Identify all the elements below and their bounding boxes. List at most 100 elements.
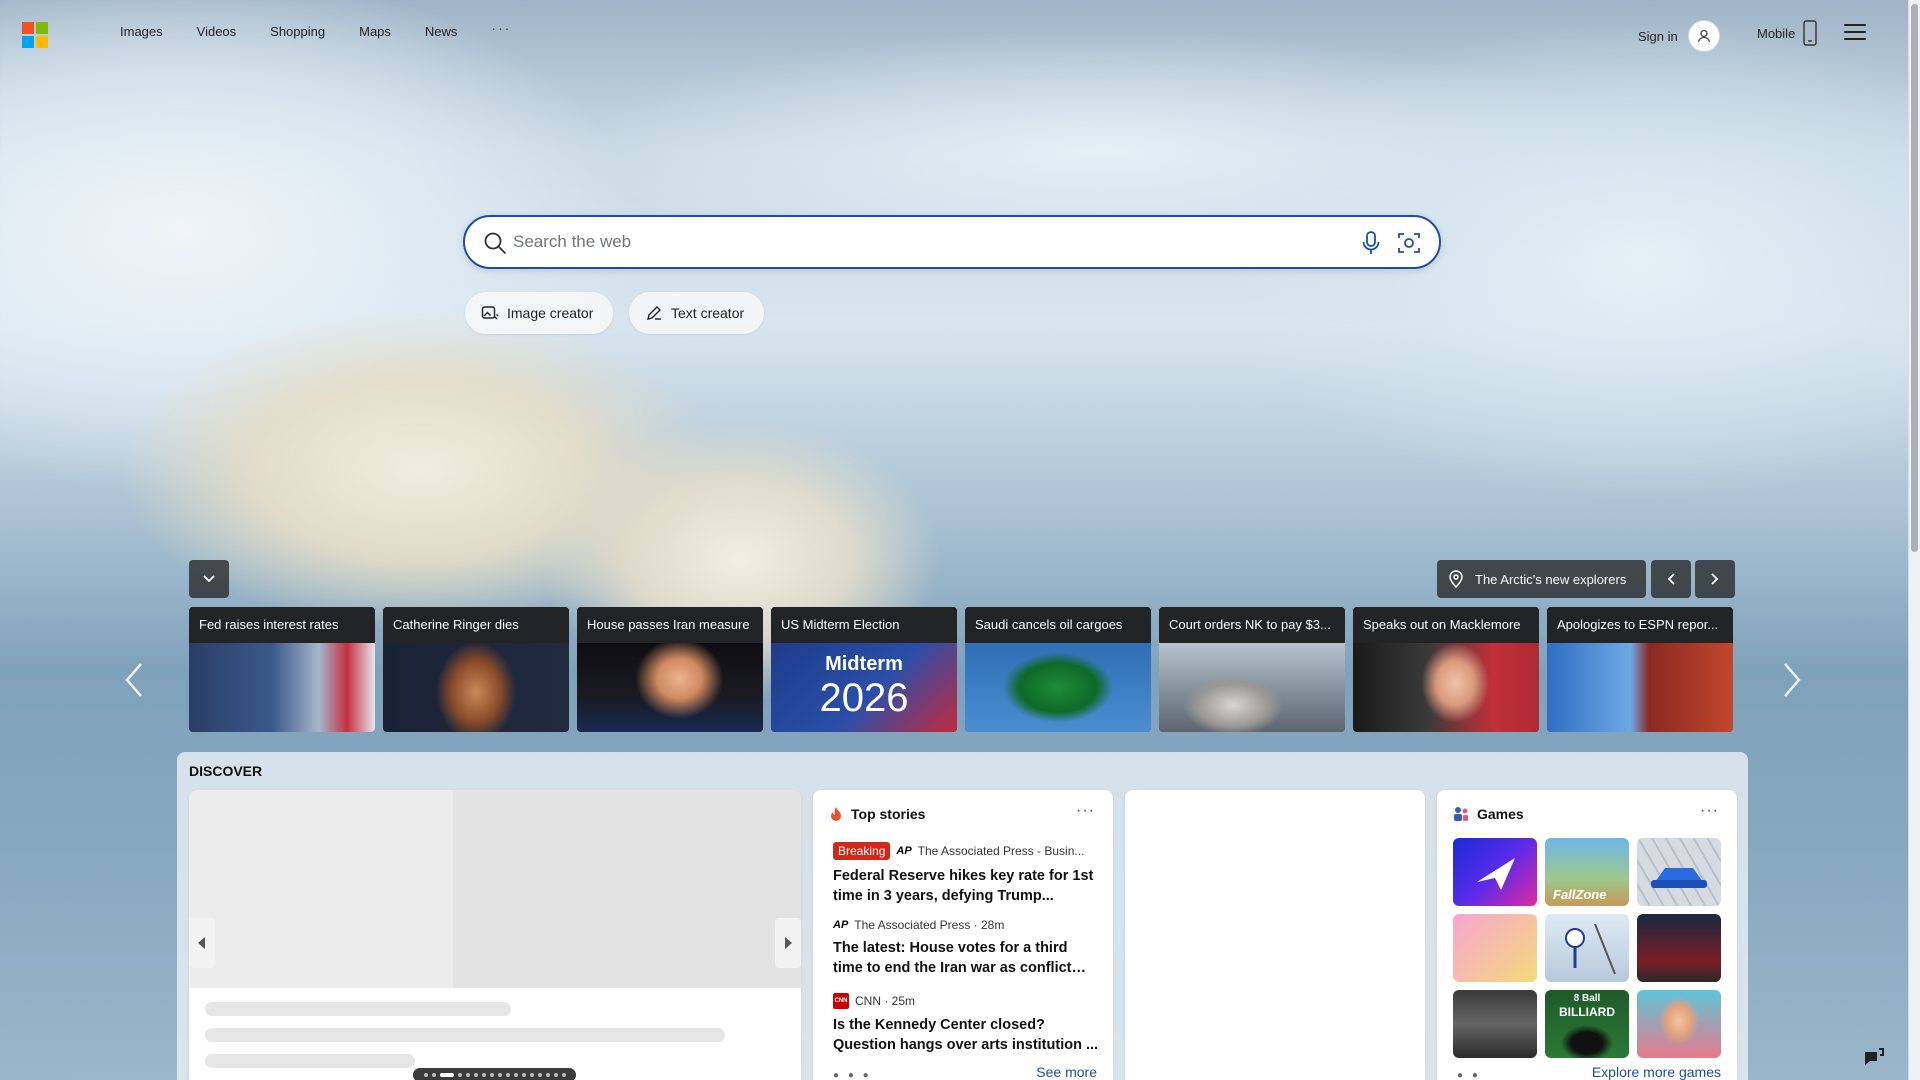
pager-dot-active[interactable] <box>439 1073 454 1077</box>
trending-thumbnail <box>1159 643 1345 732</box>
discover-heading: DISCOVER <box>189 763 263 779</box>
nav-videos[interactable]: Videos <box>197 24 237 39</box>
trending-prev-arrow-icon[interactable] <box>121 660 147 700</box>
explore-more-games-link[interactable]: Explore more games <box>1592 1064 1721 1080</box>
pager-dot[interactable] <box>489 1073 494 1077</box>
pager-dot[interactable] <box>561 1073 566 1077</box>
pager-dot[interactable] <box>545 1073 550 1077</box>
story-item[interactable]: CNN CNN · 25m Is the Kennedy Center clos… <box>833 993 1099 1055</box>
trending-thumbnail <box>1353 643 1539 732</box>
game-tile-candy[interactable] <box>1453 914 1537 982</box>
trending-card-title: Fed raises interest rates <box>189 607 375 643</box>
nav-maps[interactable]: Maps <box>359 24 391 39</box>
games-more-button[interactable]: ··· <box>1700 802 1719 820</box>
trending-card[interactable]: Fed raises interest rates <box>189 607 375 732</box>
image-creator-button[interactable]: Image creator <box>465 292 614 334</box>
pager-dot[interactable] <box>481 1073 486 1077</box>
top-stories-more-button[interactable]: ··· <box>1076 802 1095 820</box>
carousel-pager[interactable] <box>413 1068 576 1080</box>
game-tile-paper-plane[interactable] <box>1453 838 1537 906</box>
game-tile-driving[interactable] <box>1453 990 1537 1058</box>
pager-dot[interactable] <box>513 1073 518 1077</box>
pager-dot[interactable] <box>431 1073 436 1077</box>
nav-more-button[interactable]: ··· <box>491 20 511 39</box>
story-item[interactable]: AP The Associated Press · 28m The latest… <box>833 918 1099 978</box>
visual-search-icon[interactable] <box>1397 231 1421 255</box>
story-headline[interactable]: Is the Kennedy Center closed? Question h… <box>833 1015 1099 1055</box>
sign-in-button[interactable]: Sign in <box>1638 20 1720 52</box>
next-image-button[interactable] <box>1695 560 1735 598</box>
games-pager[interactable]: ● ● <box>1457 1070 1481 1080</box>
page-scrollbar[interactable] <box>1908 0 1920 1080</box>
trending-card-title: Speaks out on Macklemore <box>1353 607 1539 643</box>
game-tile-stickman[interactable] <box>1545 914 1629 982</box>
trending-card[interactable]: Saudi cancels oil cargoes <box>965 607 1151 732</box>
trending-card-title: Catherine Ringer dies <box>383 607 569 643</box>
trending-thumbnail <box>189 643 375 732</box>
feedback-icon[interactable] <box>1862 1046 1886 1070</box>
game-tile-fallzone[interactable]: FallZone <box>1545 838 1629 906</box>
microsoft-logo-icon[interactable] <box>22 22 48 48</box>
pager-dot[interactable] <box>521 1073 526 1077</box>
hero-prev-button[interactable] <box>189 918 215 968</box>
pager-dot[interactable] <box>457 1073 462 1077</box>
nav-shopping[interactable]: Shopping <box>270 24 325 39</box>
stories-pager[interactable]: ● ● ● <box>833 1070 872 1080</box>
mobile-button[interactable]: Mobile <box>1757 20 1817 46</box>
image-info-button[interactable]: The Arctic's new explorers <box>1437 560 1646 598</box>
game-tile-makeover[interactable] <box>1637 990 1721 1058</box>
hero-card-loading[interactable] <box>189 790 801 1080</box>
trending-thumbnail <box>1547 643 1733 732</box>
trending-card[interactable]: Apologizes to ESPN repor... <box>1547 607 1733 732</box>
cnn-logo-icon: CNN <box>833 993 849 1009</box>
pager-dot[interactable] <box>423 1073 428 1077</box>
pager-dot[interactable] <box>553 1073 558 1077</box>
game-tile-drift[interactable] <box>1637 914 1721 982</box>
caret-right-icon <box>785 937 792 949</box>
story-source: AP The Associated Press · 28m <box>833 918 1099 932</box>
story-item[interactable]: Breaking AP The Associated Press - Busin… <box>833 842 1099 906</box>
pager-dot[interactable] <box>505 1073 510 1077</box>
image-info-title: The Arctic's new explorers <box>1475 571 1627 587</box>
phone-icon <box>1803 20 1817 46</box>
pager-dot[interactable] <box>497 1073 502 1077</box>
game-tile-racing[interactable] <box>1637 838 1721 906</box>
pager-dot[interactable] <box>529 1073 534 1077</box>
top-stories-header: Top stories <box>829 806 925 822</box>
nav-news[interactable]: News <box>425 24 458 39</box>
trending-card[interactable]: Court orders NK to pay $3... <box>1159 607 1345 732</box>
trending-card[interactable]: House passes Iran measure <box>577 607 763 732</box>
trending-card[interactable]: Catherine Ringer dies <box>383 607 569 732</box>
scrollbar-thumb[interactable] <box>1911 4 1918 552</box>
sign-in-label: Sign in <box>1638 28 1678 44</box>
nav-images[interactable]: Images <box>120 24 163 39</box>
pager-dot[interactable] <box>465 1073 470 1077</box>
pager-dot[interactable] <box>473 1073 478 1077</box>
trending-card-title: House passes Iran measure <box>577 607 763 643</box>
image-creator-icon <box>481 306 499 320</box>
search-input[interactable] <box>513 227 1313 257</box>
story-source-name: CNN · 25m <box>855 994 916 1008</box>
story-source-name: The Associated Press - Busin... <box>917 844 1085 858</box>
story-headline[interactable]: Federal Reserve hikes key rate for 1st t… <box>833 866 1099 906</box>
previous-image-button[interactable] <box>1651 560 1691 598</box>
story-source-name: The Associated Press · 28m <box>854 918 1005 932</box>
game-tile-billiard[interactable]: 8 Ball BILLIARD <box>1545 990 1629 1058</box>
trending-card[interactable]: US Midterm Election Midterm 2026 <box>771 607 957 732</box>
midterm-overlay-line1: Midterm <box>825 653 903 675</box>
text-skeleton <box>205 1028 725 1042</box>
see-more-link[interactable]: See more <box>1036 1064 1097 1080</box>
hero-next-button[interactable] <box>775 918 801 968</box>
hamburger-menu-icon[interactable] <box>1844 24 1866 42</box>
story-headline[interactable]: The latest: House votes for a third time… <box>833 938 1099 978</box>
collapse-trending-button[interactable] <box>189 560 229 598</box>
games-header: Games <box>1453 806 1524 822</box>
breaking-badge: Breaking <box>833 842 891 860</box>
caret-left-icon <box>198 937 205 949</box>
midterm-overlay-line2: 2026 <box>819 676 909 720</box>
pager-dot[interactable] <box>537 1073 542 1077</box>
trending-card[interactable]: Speaks out on Macklemore <box>1353 607 1539 732</box>
trending-next-arrow-icon[interactable] <box>1779 660 1805 700</box>
text-creator-button[interactable]: Text creator <box>629 292 765 334</box>
microphone-icon[interactable] <box>1361 231 1381 255</box>
